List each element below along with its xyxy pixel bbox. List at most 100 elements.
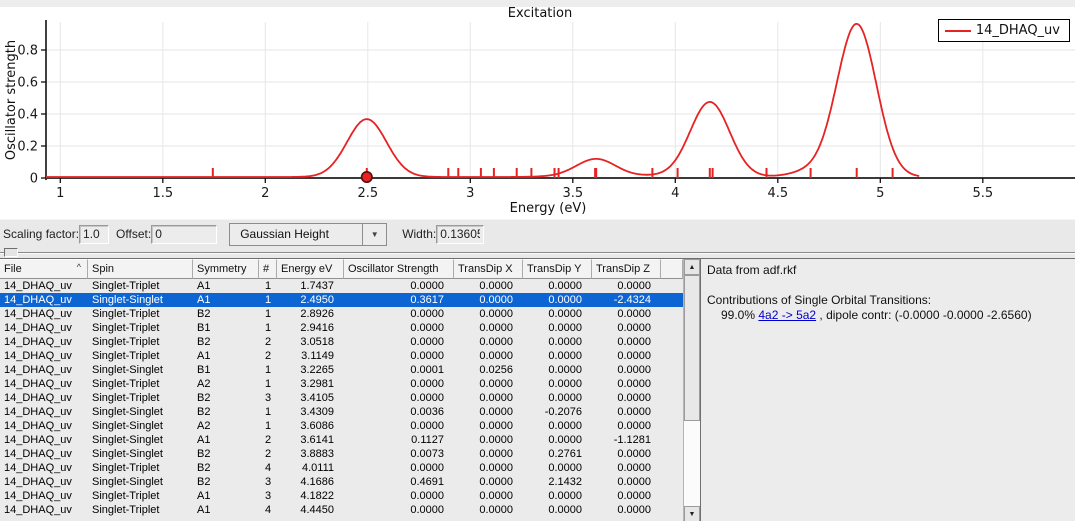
- cell: 4.1822: [277, 489, 344, 503]
- horizontal-scrollbar-thumb[interactable]: [4, 248, 18, 257]
- table-row[interactable]: 14_DHAQ_uvSinglet-SingletB223.88830.0073…: [0, 447, 683, 461]
- cell: Singlet-Triplet: [88, 377, 193, 391]
- table-row[interactable]: 14_DHAQ_uvSinglet-TripletB223.05180.0000…: [0, 335, 683, 349]
- cell: [661, 293, 683, 307]
- cell: 0.0000: [592, 279, 661, 293]
- cell: 14_DHAQ_uv: [0, 503, 88, 517]
- convolution-selected-value: Gaussian Height: [230, 227, 362, 241]
- cell: 0.0000: [523, 279, 592, 293]
- svg-text:4: 4: [671, 186, 679, 201]
- vertical-scrollbar-thumb[interactable]: [684, 275, 700, 421]
- cell: 2.9416: [277, 321, 344, 335]
- column-header-transdip-y[interactable]: TransDip Y: [523, 259, 592, 279]
- cell: [661, 489, 683, 503]
- cell: 0.0000: [344, 503, 454, 517]
- table-row[interactable]: 14_DHAQ_uvSinglet-SingletA112.49500.3617…: [0, 293, 683, 307]
- cell: 0.0000: [344, 461, 454, 475]
- table-row[interactable]: 14_DHAQ_uvSinglet-SingletA123.61410.1127…: [0, 433, 683, 447]
- column-header-energy-ev[interactable]: Energy eV: [277, 259, 344, 279]
- cell: 0.0000: [454, 461, 523, 475]
- table-row[interactable]: 14_DHAQ_uvSinglet-TripletA111.74370.0000…: [0, 279, 683, 293]
- lower-pane: File^SpinSymmetry#Energy eVOscillator St…: [0, 258, 1075, 521]
- table-row[interactable]: 14_DHAQ_uvSinglet-TripletB244.01110.0000…: [0, 461, 683, 475]
- cell: 14_DHAQ_uv: [0, 433, 88, 447]
- spectrum-plot[interactable]: 11.522.533.544.555.500.20.40.60.8 Excita…: [0, 0, 1075, 219]
- column-header-transdip-x[interactable]: TransDip X: [454, 259, 523, 279]
- cell: 0.0000: [523, 391, 592, 405]
- cell: 4.1686: [277, 475, 344, 489]
- cell: 2: [259, 447, 277, 461]
- cell: 2.8926: [277, 307, 344, 321]
- svg-text:4.5: 4.5: [767, 186, 788, 201]
- column-header-oscillator-strength[interactable]: Oscillator Strength: [344, 259, 454, 279]
- cell: 0.0000: [454, 419, 523, 433]
- cell: 3: [259, 489, 277, 503]
- cell: 0.0000: [592, 307, 661, 321]
- cell: 0.0000: [454, 293, 523, 307]
- table-row[interactable]: 14_DHAQ_uvSinglet-TripletA144.44500.0000…: [0, 503, 683, 517]
- column-header-symmetry[interactable]: Symmetry: [193, 259, 259, 279]
- width-input[interactable]: [436, 225, 484, 244]
- cell: 4.0111: [277, 461, 344, 475]
- column-header--[interactable]: #: [259, 259, 277, 279]
- orbital-transition-link[interactable]: 4a2 -> 5a2: [758, 308, 816, 322]
- cell: Singlet-Singlet: [88, 293, 193, 307]
- vertical-scrollbar-track[interactable]: [684, 275, 700, 506]
- cell: 3.8883: [277, 447, 344, 461]
- offset-label: Offset:: [116, 227, 151, 241]
- cell: 0.0001: [344, 363, 454, 377]
- table-row[interactable]: 14_DHAQ_uvSinglet-TripletA134.18220.0000…: [0, 489, 683, 503]
- cell: [661, 279, 683, 293]
- cell: 0.0000: [454, 405, 523, 419]
- offset-input[interactable]: [151, 225, 217, 244]
- cell: 3.1149: [277, 349, 344, 363]
- svg-text:3: 3: [466, 186, 474, 201]
- scaling-factor-input[interactable]: [79, 225, 109, 244]
- cell: 2.4950: [277, 293, 344, 307]
- table-row[interactable]: 14_DHAQ_uvSinglet-SingletB113.22650.0001…: [0, 363, 683, 377]
- spectrum-toolbar: Scaling factor: Offset: Gaussian Height …: [0, 219, 1075, 248]
- table-row[interactable]: 14_DHAQ_uvSinglet-SingletB234.16860.4691…: [0, 475, 683, 489]
- cell: Singlet-Singlet: [88, 475, 193, 489]
- table-row[interactable]: 14_DHAQ_uvSinglet-TripletB112.94160.0000…: [0, 321, 683, 335]
- cell: 3.0518: [277, 335, 344, 349]
- column-header-file[interactable]: File^: [0, 259, 88, 279]
- cell: 0.0000: [523, 349, 592, 363]
- cell: [661, 419, 683, 433]
- cell: [661, 335, 683, 349]
- column-header-spin[interactable]: Spin: [88, 259, 193, 279]
- excitation-chart[interactable]: 11.522.533.544.555.500.20.40.60.8 Excita…: [0, 0, 1075, 219]
- cell: 0.0000: [454, 377, 523, 391]
- table-row[interactable]: 14_DHAQ_uvSinglet-TripletB212.89260.0000…: [0, 307, 683, 321]
- vertical-scrollbar[interactable]: ▲ ▼: [683, 259, 700, 521]
- table-row[interactable]: 14_DHAQ_uvSinglet-TripletB233.41050.0000…: [0, 391, 683, 405]
- cell: A1: [193, 433, 259, 447]
- cell: Singlet-Singlet: [88, 419, 193, 433]
- horizontal-scrollbar[interactable]: [0, 248, 1075, 258]
- cell: 2: [259, 349, 277, 363]
- contributions-header: Contributions of Single Orbital Transiti…: [707, 293, 1069, 307]
- cell: 0.0000: [592, 489, 661, 503]
- excitations-table-region: File^SpinSymmetry#Energy eVOscillator St…: [0, 259, 700, 521]
- svg-text:2.5: 2.5: [357, 186, 378, 201]
- cell: 0.0000: [592, 447, 661, 461]
- convolution-dropdown[interactable]: Gaussian Height ▼: [229, 223, 387, 246]
- svg-text:0.4: 0.4: [17, 108, 38, 123]
- table-row[interactable]: 14_DHAQ_uvSinglet-TripletA213.29810.0000…: [0, 377, 683, 391]
- cell: [661, 363, 683, 377]
- cell: B2: [193, 447, 259, 461]
- table-row[interactable]: 14_DHAQ_uvSinglet-TripletA123.11490.0000…: [0, 349, 683, 363]
- horizontal-scrollbar-track[interactable]: [0, 252, 1075, 254]
- svg-text:5: 5: [876, 186, 884, 201]
- cell: 0.0000: [592, 377, 661, 391]
- table-row[interactable]: 14_DHAQ_uvSinglet-SingletA213.60860.0000…: [0, 419, 683, 433]
- column-header-transdip-z[interactable]: TransDip Z: [592, 259, 661, 279]
- chevron-down-icon[interactable]: ▼: [362, 224, 386, 245]
- selected-excitation-marker[interactable]: [362, 172, 372, 182]
- cell: 0.2761: [523, 447, 592, 461]
- table-row[interactable]: 14_DHAQ_uvSinglet-SingletB213.43090.0036…: [0, 405, 683, 419]
- scroll-down-icon[interactable]: ▼: [684, 506, 700, 521]
- scroll-up-icon[interactable]: ▲: [684, 259, 700, 275]
- cell: [661, 461, 683, 475]
- cell: 14_DHAQ_uv: [0, 461, 88, 475]
